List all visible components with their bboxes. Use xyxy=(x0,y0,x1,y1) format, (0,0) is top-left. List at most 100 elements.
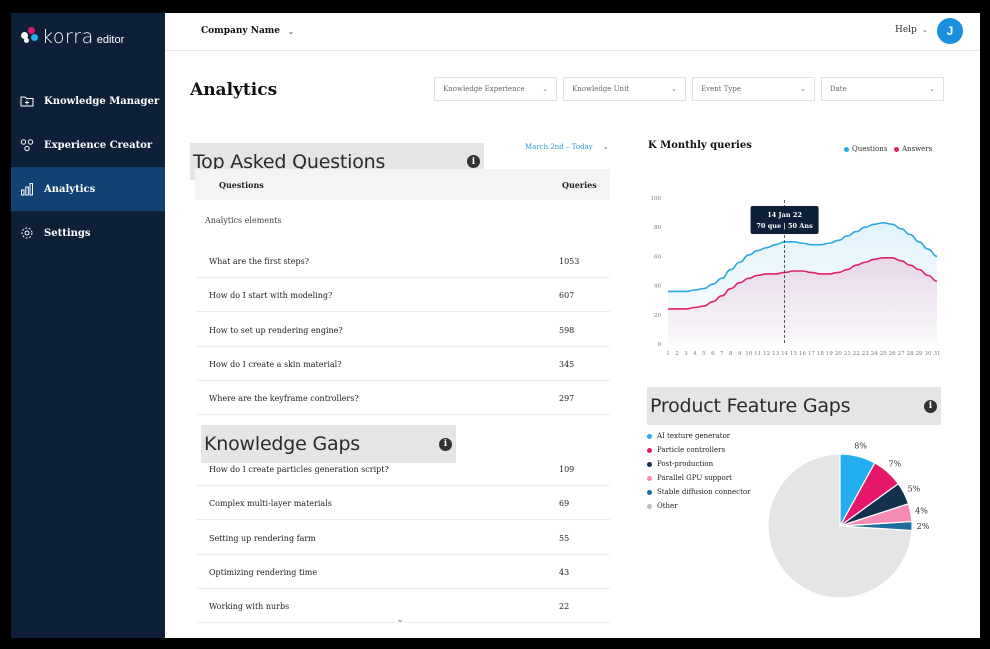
question-text: Working with nurbs xyxy=(209,602,290,611)
logo-subtext: editor xyxy=(96,34,125,46)
question-text: Setting up rendering farm xyxy=(209,534,316,543)
x-tick-label: 27 xyxy=(898,351,905,357)
info-icon[interactable]: i xyxy=(467,155,480,168)
x-tick-label: 8 xyxy=(729,351,733,357)
sidebar-item-analytics[interactable]: Analytics xyxy=(11,167,165,211)
question-text: Where are the keyframe controllers? xyxy=(209,394,359,403)
x-tick-label: 2 xyxy=(675,351,679,357)
product-feature-gaps-header: Product Feature Gaps i xyxy=(647,387,941,425)
x-tick-label: 16 xyxy=(799,351,806,357)
x-tick-label: 30 xyxy=(925,351,932,357)
chevron-down-icon: ⌄ xyxy=(800,85,806,93)
company-selector[interactable]: Company Name ⌄ xyxy=(201,26,294,36)
sidebar-item-label: Settings xyxy=(44,227,91,239)
question-text: How do I create particles generation scr… xyxy=(209,465,389,474)
help-label: Help xyxy=(895,25,917,35)
legend-label: Particle controllers xyxy=(657,446,726,454)
sidebar-item-knowledge-manager[interactable]: Knowledge Manager xyxy=(11,79,165,123)
table-row[interactable]: How do I create a skin material? 345 xyxy=(196,347,610,381)
sidebar-item-label: Knowledge Manager xyxy=(44,95,160,107)
x-tick-label: 28 xyxy=(907,351,914,357)
table-row[interactable]: Complex multi-layer materials 69 xyxy=(196,486,610,520)
product-gaps-pie-chart[interactable]: 8% 7% 5% 4% 2% xyxy=(740,425,940,625)
date-range-label: March 2nd – Today xyxy=(525,143,593,151)
legend-dot xyxy=(647,503,652,509)
table-row[interactable]: How do I create particles generation scr… xyxy=(196,452,610,486)
date-range-selector[interactable]: March 2nd – Today ⌄ xyxy=(525,143,609,151)
tooltip-date: 14 Jan 22 xyxy=(767,211,802,219)
x-tick-label: 22 xyxy=(853,351,860,357)
sidebar-item-experience-creator[interactable]: Experience Creator xyxy=(11,123,165,167)
legend-dot xyxy=(647,447,652,453)
y-tick-label: 20 xyxy=(654,313,661,319)
scroll-down-icon[interactable]: ⌄ xyxy=(396,614,404,625)
x-tick-label: 15 xyxy=(790,351,797,357)
pie-label: 4% xyxy=(915,506,928,515)
table-row[interactable]: Setting up rendering farm 55 xyxy=(196,521,610,555)
nodes-icon xyxy=(20,139,34,152)
x-tick-label: 14 xyxy=(781,351,788,357)
legend-label: AI texture generator xyxy=(657,432,731,440)
x-tick-label: 5 xyxy=(702,351,706,357)
pie-label: 8% xyxy=(854,442,867,451)
filter-knowledge-experience[interactable]: Knowledge Experience ⌄ xyxy=(434,77,557,101)
filter-event-type[interactable]: Event Type ⌄ xyxy=(692,77,815,101)
x-tick-label: 23 xyxy=(862,351,869,357)
gear-icon xyxy=(21,227,33,239)
pie-label: 5% xyxy=(908,484,921,493)
x-tick-label: 25 xyxy=(880,351,887,357)
query-count: 69 xyxy=(559,499,570,508)
korra-logo[interactable]: korra editor xyxy=(21,27,124,47)
avatar[interactable]: J xyxy=(937,18,963,44)
table-row[interactable]: How to set up rendering engine? 598 xyxy=(196,313,610,347)
tooltip-value: 70 que | 50 Ans xyxy=(756,222,813,230)
sidebar-item-label: Analytics xyxy=(44,183,96,195)
company-name: Company Name xyxy=(201,26,281,36)
question-text: How do I create a skin material? xyxy=(209,360,342,369)
pie-legend-item: Particle controllers xyxy=(647,446,725,454)
question-text: What are the first steps? xyxy=(209,257,310,266)
pie-legend-item: Post-production xyxy=(647,460,713,468)
x-tick-label: 21 xyxy=(844,351,851,357)
pie-legend-item: AI texture generator xyxy=(647,432,730,440)
sidebar-item-settings[interactable]: Settings xyxy=(11,211,165,255)
x-tick-label: 29 xyxy=(916,351,923,357)
legend-label: Questions xyxy=(852,145,888,153)
filter-date[interactable]: Date ⌄ xyxy=(821,77,944,101)
chevron-down-icon: ⌄ xyxy=(542,85,548,93)
monthly-queries-line-chart[interactable]: 0204060801001 2 3 4 5 6 7 8 9 10 11 12 13 14 15 16 17 18 1… xyxy=(630,172,950,362)
section-title: Product Feature Gaps xyxy=(650,395,851,417)
query-count: 43 xyxy=(559,568,570,577)
x-tick-label: 9 xyxy=(738,351,742,357)
query-count: 109 xyxy=(559,465,575,474)
filter-placeholder: Knowledge Unit xyxy=(572,85,630,93)
filter-placeholder: Event Type xyxy=(701,85,742,93)
info-icon[interactable]: i xyxy=(924,399,937,413)
x-tick-label: 12 xyxy=(763,351,770,357)
filter-knowledge-unit[interactable]: Knowledge Unit ⌄ xyxy=(563,77,686,101)
legend-dot xyxy=(647,475,652,481)
filter-placeholder: Date xyxy=(830,85,847,93)
table-row[interactable]: What are the first steps? 1053 xyxy=(196,244,610,278)
table-row[interactable]: Optimizing rendering time 43 xyxy=(196,555,610,589)
pie-label: 7% xyxy=(889,460,902,469)
group-label: Analytics elements xyxy=(205,216,282,225)
legend-answers: Answers xyxy=(894,145,932,153)
query-count: 345 xyxy=(559,360,575,369)
x-tick-label: 26 xyxy=(889,351,896,357)
question-text: How do I start with modeling? xyxy=(209,291,333,300)
logo-text: korra xyxy=(42,26,94,48)
table-row[interactable]: How do I start with modeling? 607 xyxy=(196,278,610,312)
y-tick-label: 0 xyxy=(658,342,662,348)
chart-title: K Monthly queries xyxy=(648,140,752,151)
y-tick-label: 60 xyxy=(654,254,661,260)
info-icon[interactable]: i xyxy=(439,437,452,451)
x-tick-label: 31 xyxy=(934,351,941,357)
query-count: 55 xyxy=(559,534,570,543)
x-tick-label: 7 xyxy=(720,351,724,357)
x-tick-label: 13 xyxy=(772,351,779,357)
table-row[interactable]: Where are the keyframe controllers? 297 xyxy=(196,381,610,415)
help-menu[interactable]: Help ⌄ xyxy=(895,25,928,35)
x-tick-label: 4 xyxy=(693,351,697,357)
x-tick-label: 18 xyxy=(817,351,824,357)
